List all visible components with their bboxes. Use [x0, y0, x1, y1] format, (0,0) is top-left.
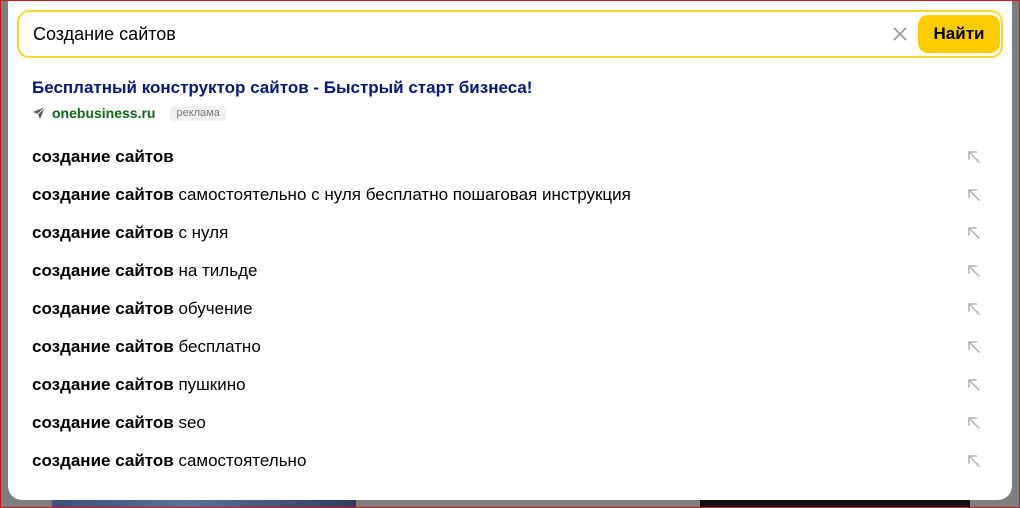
- suggestion-rest-part: бесплатно: [173, 337, 261, 356]
- ad-suggestion[interactable]: Бесплатный конструктор сайтов - Быстрый …: [32, 78, 532, 121]
- suggestion-text: создание сайтов бесплатно: [32, 328, 261, 366]
- ad-badge: реклама: [170, 105, 226, 121]
- arrow-up-left-icon[interactable]: [966, 377, 982, 393]
- arrow-up-left-icon[interactable]: [966, 301, 982, 317]
- suggestion-text: создание сайтов самостоятельно: [32, 442, 306, 480]
- suggestion-bold-part: создание сайтов: [32, 185, 174, 204]
- suggestion-item[interactable]: создание сайтов бесплатно: [8, 328, 1012, 366]
- suggestion-rest-part: пушкино: [173, 375, 246, 394]
- suggestion-item[interactable]: создание сайтов на тильде: [8, 252, 1012, 290]
- arrow-up-left-icon[interactable]: [966, 263, 982, 279]
- ad-meta: onebusiness.ru реклама: [32, 105, 532, 121]
- search-input[interactable]: [33, 12, 853, 56]
- clear-button[interactable]: [885, 19, 915, 49]
- arrow-up-left-icon[interactable]: [966, 453, 982, 469]
- suggestion-item[interactable]: создание сайтов обучение: [8, 290, 1012, 328]
- suggestion-text: создание сайтов самостоятельно с нуля бе…: [32, 176, 631, 214]
- navigation-arrow-icon: [32, 106, 46, 120]
- suggestion-bold-part: создание сайтов: [32, 375, 174, 394]
- suggestion-item[interactable]: создание сайтов пушкино: [8, 366, 1012, 404]
- suggestion-item[interactable]: создание сайтов самостоятельно: [8, 442, 1012, 480]
- suggestion-bold-part: создание сайтов: [32, 147, 174, 166]
- suggestion-item[interactable]: создание сайтов самостоятельно с нуля бе…: [8, 176, 1012, 214]
- suggestion-item[interactable]: создание сайтов: [8, 138, 1012, 176]
- suggestion-list: создание сайтов создание сайтов самостоят…: [8, 138, 1012, 480]
- suggestion-rest-part: с нуля: [173, 223, 229, 242]
- ad-domain[interactable]: onebusiness.ru: [52, 105, 155, 121]
- arrow-up-left-icon[interactable]: [966, 149, 982, 165]
- suggestion-bold-part: создание сайтов: [32, 337, 174, 356]
- suggestion-bold-part: создание сайтов: [32, 413, 174, 432]
- suggestion-text: создание сайтов seo: [32, 404, 206, 442]
- suggestion-rest-part: на тильде: [173, 261, 258, 280]
- close-icon: [893, 27, 907, 41]
- arrow-up-left-icon[interactable]: [966, 187, 982, 203]
- suggestion-text: создание сайтов на тильде: [32, 252, 257, 290]
- ad-title[interactable]: Бесплатный конструктор сайтов - Быстрый …: [32, 78, 532, 98]
- suggestion-bold-part: создание сайтов: [32, 299, 174, 318]
- find-button[interactable]: Найти: [918, 15, 1000, 53]
- suggestion-bold-part: создание сайтов: [32, 223, 174, 242]
- suggestion-text: создание сайтов обучение: [32, 290, 252, 328]
- suggestion-text: создание сайтов пушкино: [32, 366, 246, 404]
- suggestion-bold-part: создание сайтов: [32, 261, 174, 280]
- arrow-up-left-icon[interactable]: [966, 415, 982, 431]
- search-suggest-panel: Найти Бесплатный конструктор сайтов - Бы…: [8, 0, 1012, 500]
- suggestion-item[interactable]: создание сайтов seo: [8, 404, 1012, 442]
- suggestion-bold-part: создание сайтов: [32, 451, 174, 470]
- arrow-up-left-icon[interactable]: [966, 225, 982, 241]
- suggestion-rest-part: самостоятельно: [173, 451, 307, 470]
- suggestion-rest-part: самостоятельно с нуля бесплатно пошагова…: [173, 185, 631, 204]
- suggestion-rest-part: обучение: [173, 299, 253, 318]
- search-bar: Найти: [17, 10, 1003, 58]
- suggestion-text: создание сайтов с нуля: [32, 214, 228, 252]
- suggestion-rest-part: seo: [173, 413, 206, 432]
- suggestion-item[interactable]: создание сайтов с нуля: [8, 214, 1012, 252]
- suggestion-text: создание сайтов: [32, 138, 174, 176]
- arrow-up-left-icon[interactable]: [966, 339, 982, 355]
